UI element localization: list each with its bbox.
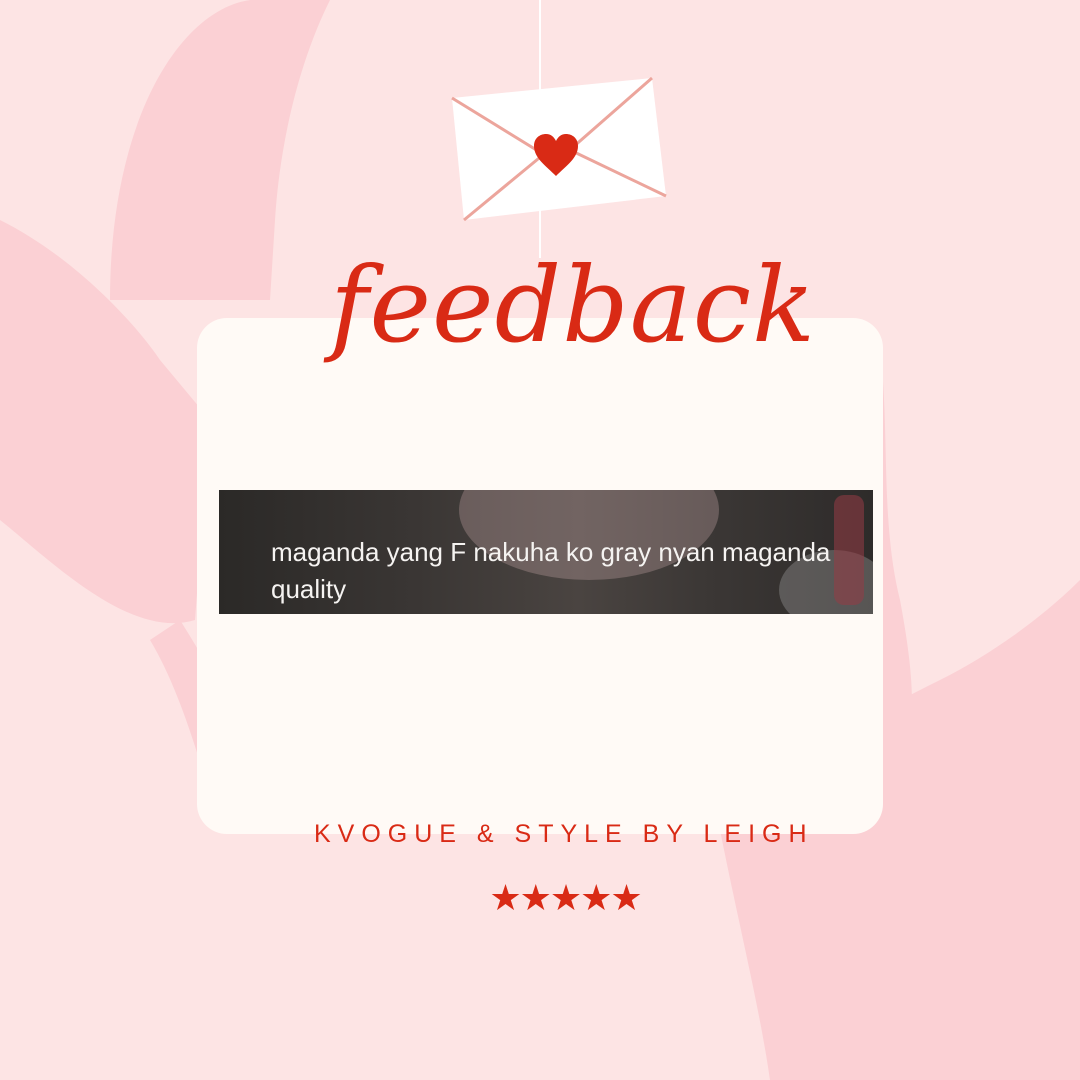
customer-comment: maganda yang F nakuha ko gray nyan magan… (271, 537, 831, 604)
brand-name: KVOGUE & STYLE BY LEIGH (314, 820, 814, 848)
envelope-icon (451, 76, 667, 222)
star-rating: ★★★★★ (489, 878, 642, 919)
page-title: feedback (330, 244, 817, 366)
left-ring-shape (110, 0, 330, 300)
comment-screenshot: maganda yang F nakuha ko gray nyan magan… (219, 490, 873, 614)
